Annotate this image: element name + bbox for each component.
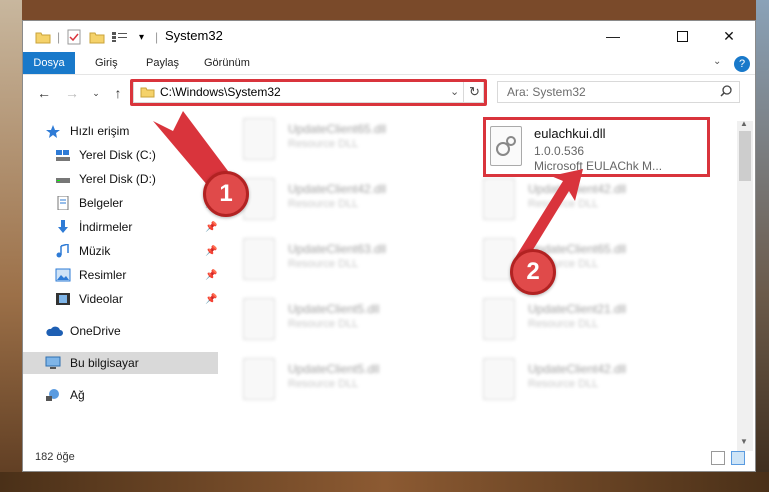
background-right [756,0,769,492]
annotation-arrows [153,111,583,266]
step-badge-2: 2 [510,249,556,295]
step-badge-1: 1 [203,171,249,217]
explorer-window: | ▾ | System32 — ✕ Dosya Giriş Paylaş Gö… [22,20,756,472]
background-bottom [0,472,769,492]
desktop-background: | ▾ | System32 — ✕ Dosya Giriş Paylaş Gö… [0,0,769,492]
background-left [0,0,22,492]
